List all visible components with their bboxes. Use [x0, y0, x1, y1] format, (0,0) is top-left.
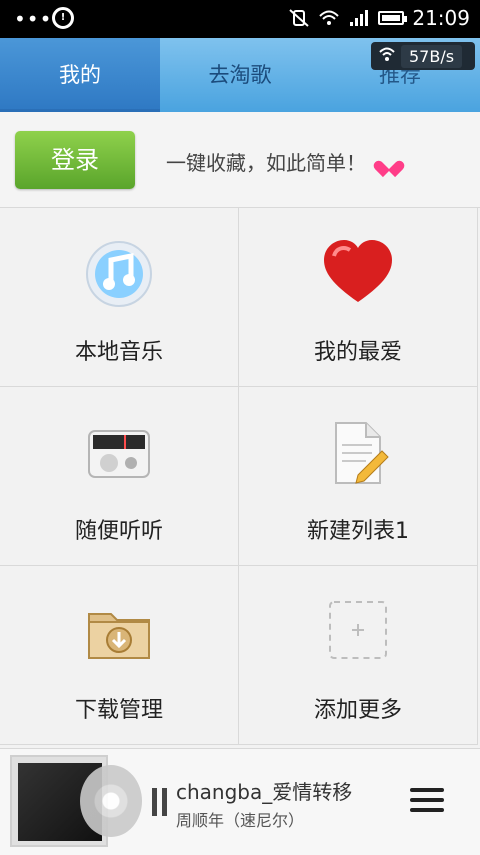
- grid-item-local-music[interactable]: 本地音乐: [0, 208, 239, 387]
- grid-item-download-manager[interactable]: 下载管理: [0, 566, 239, 745]
- login-bar: 登录 一键收藏，如此简单！: [0, 112, 480, 208]
- now-playing-artist: 周顺年（速尼尔）: [176, 811, 305, 830]
- grid-item-label: 我的最爱: [313, 340, 402, 365]
- grid-item-label: 本地音乐: [74, 340, 163, 365]
- grid-item-add-more[interactable]: 添加更多: [239, 566, 478, 745]
- itunes-music-icon: [83, 238, 155, 314]
- notification-dots: •••: [14, 7, 53, 31]
- grid-item-label: 随便听听: [74, 519, 163, 544]
- cd-disc-icon: [80, 765, 142, 837]
- download-folder-icon: [83, 596, 155, 672]
- now-playing-title: changba_爱情转移: [176, 780, 353, 804]
- wifi-icon: [318, 8, 340, 28]
- network-speed-value: 57B/s: [401, 44, 463, 68]
- grid-item-label: 下载管理: [74, 698, 163, 723]
- login-slogan: 一键收藏，如此简单！: [166, 147, 398, 176]
- network-speed-indicator: 57B/s: [371, 42, 475, 70]
- small-heart-icon: [380, 154, 398, 170]
- carrier-icon: !: [52, 7, 74, 29]
- radio-icon: [83, 417, 155, 493]
- grid-item-new-list[interactable]: 新建列表1: [239, 387, 478, 566]
- slogan-text: 一键收藏，如此简单！: [166, 151, 366, 175]
- playlist-menu-icon[interactable]: [410, 788, 444, 816]
- pause-icon[interactable]: [152, 788, 170, 816]
- signal-icon: [348, 8, 370, 28]
- grid-item-label: 添加更多: [313, 698, 402, 723]
- wifi-icon: [379, 46, 395, 66]
- clock: 21:09: [412, 6, 470, 30]
- feature-grid: 本地音乐 我的最爱 随便听听 新建列表1 下载管理 添加更多: [0, 208, 480, 748]
- status-bar: ••• ! 21:09: [0, 0, 480, 38]
- battery-icon: [378, 11, 408, 25]
- playlist-document-icon: [322, 417, 394, 493]
- grid-item-random-listen[interactable]: 随便听听: [0, 387, 239, 566]
- login-button[interactable]: 登录: [15, 131, 135, 189]
- tab-go-tao-songs[interactable]: 去淘歌: [160, 38, 320, 112]
- vibrate-off-icon: [288, 8, 310, 28]
- add-more-icon: [322, 596, 394, 672]
- grid-item-label: 新建列表1: [307, 519, 409, 544]
- tab-mine[interactable]: 我的: [0, 38, 160, 112]
- heart-icon: [322, 238, 394, 314]
- status-right: 21:09: [288, 6, 470, 30]
- grid-item-my-favorites[interactable]: 我的最爱: [239, 208, 478, 387]
